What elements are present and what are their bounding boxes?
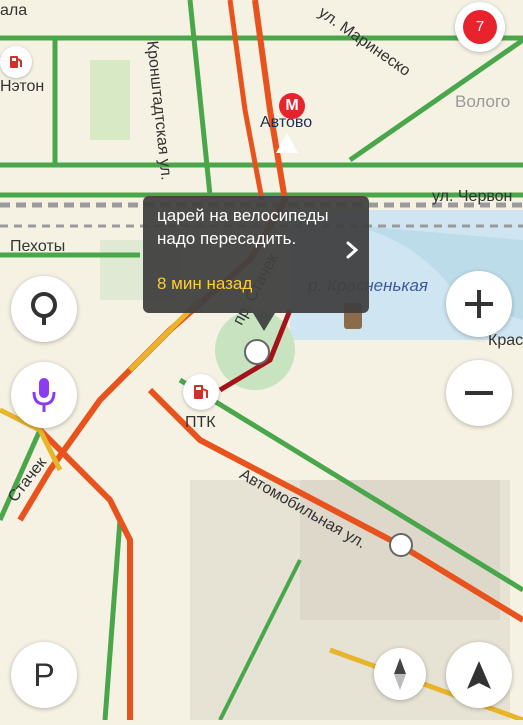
chat-pin-icon-2[interactable] <box>389 533 413 557</box>
warning-icon[interactable] <box>276 133 298 153</box>
navigation-arrow-icon <box>467 661 491 689</box>
traffic-map[interactable]: Нэтон Автово Кронштадтская ул. ул. Марин… <box>0 0 523 723</box>
chevron-right-icon[interactable] <box>345 240 359 265</box>
compass-button[interactable] <box>374 648 426 700</box>
gas-station-icon[interactable] <box>0 46 32 78</box>
street-label-pekhoty: Пехоты <box>10 238 66 255</box>
compass-icon <box>394 658 406 690</box>
notification-count: 7 <box>463 10 497 44</box>
plus-icon <box>465 290 493 318</box>
street-label-top-left: ала <box>0 2 28 19</box>
stadium-area <box>90 60 130 140</box>
chat-pin-icon[interactable] <box>244 339 270 365</box>
popup-message: царей на велосипеды надо пересадить. <box>157 206 329 248</box>
fuel-ptk-icon[interactable] <box>183 374 219 410</box>
search-icon <box>31 292 57 325</box>
popup-pointer <box>253 313 275 331</box>
parking-button[interactable]: P <box>11 642 77 708</box>
my-location-button[interactable] <box>446 642 512 708</box>
area-label: Крас <box>488 332 523 349</box>
search-button[interactable] <box>11 276 77 342</box>
street-label-chervon: ул. Червон <box>432 188 513 205</box>
parking-label: P <box>33 656 55 693</box>
notifications-button[interactable]: 7 <box>455 2 505 52</box>
minus-icon <box>465 391 493 395</box>
zoom-in-button[interactable] <box>446 271 512 337</box>
microphone-icon <box>32 378 56 412</box>
road-event-popup[interactable]: царей на велосипеды надо пересадить. 8 м… <box>143 196 369 313</box>
zoom-out-button[interactable] <box>446 360 512 426</box>
district-label: Волого <box>455 92 511 111</box>
gas-station-label: Нэтон <box>0 78 45 95</box>
voice-search-button[interactable] <box>11 362 77 428</box>
metro-icon[interactable]: M <box>279 93 305 119</box>
ptk-label: ПТК <box>185 414 216 431</box>
popup-time: 8 мин назад <box>157 274 253 293</box>
